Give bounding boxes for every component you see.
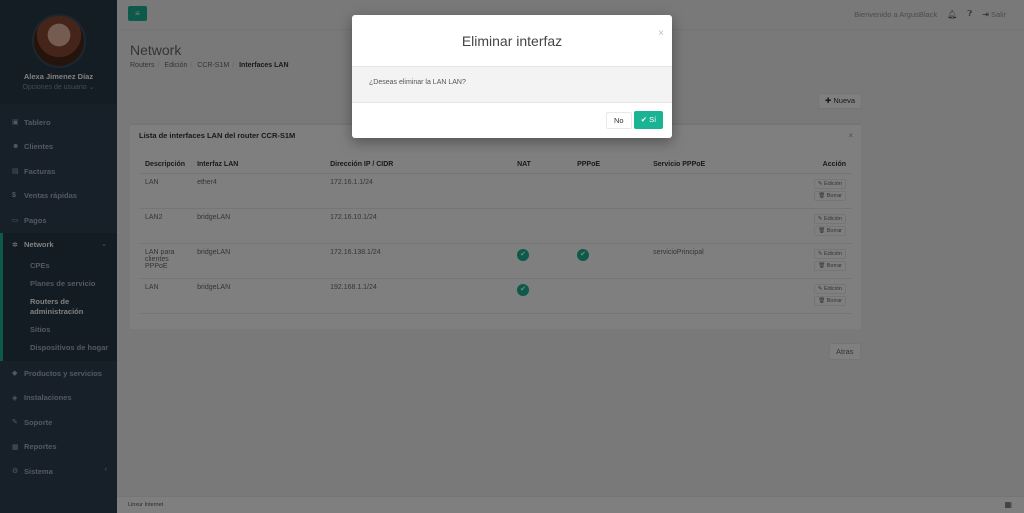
delete-interface-modal: Eliminar interfaz × ¿Deseas eliminar la … bbox=[352, 15, 672, 138]
modal-body: ¿Deseas eliminar la LAN LAN? bbox=[352, 67, 672, 103]
modal-title: Eliminar interfaz bbox=[461, 33, 563, 49]
modal-message: ¿Deseas eliminar la LAN LAN? bbox=[369, 79, 466, 86]
modal-header: Eliminar interfaz × bbox=[352, 15, 672, 67]
no-button[interactable]: No bbox=[606, 112, 632, 129]
yes-button-label: Sí bbox=[649, 115, 657, 124]
check-icon: ✔ bbox=[640, 115, 648, 124]
close-icon[interactable]: × bbox=[658, 28, 664, 39]
yes-button[interactable]: ✔ Sí bbox=[634, 111, 663, 129]
modal-footer: No ✔ Sí bbox=[352, 103, 672, 138]
